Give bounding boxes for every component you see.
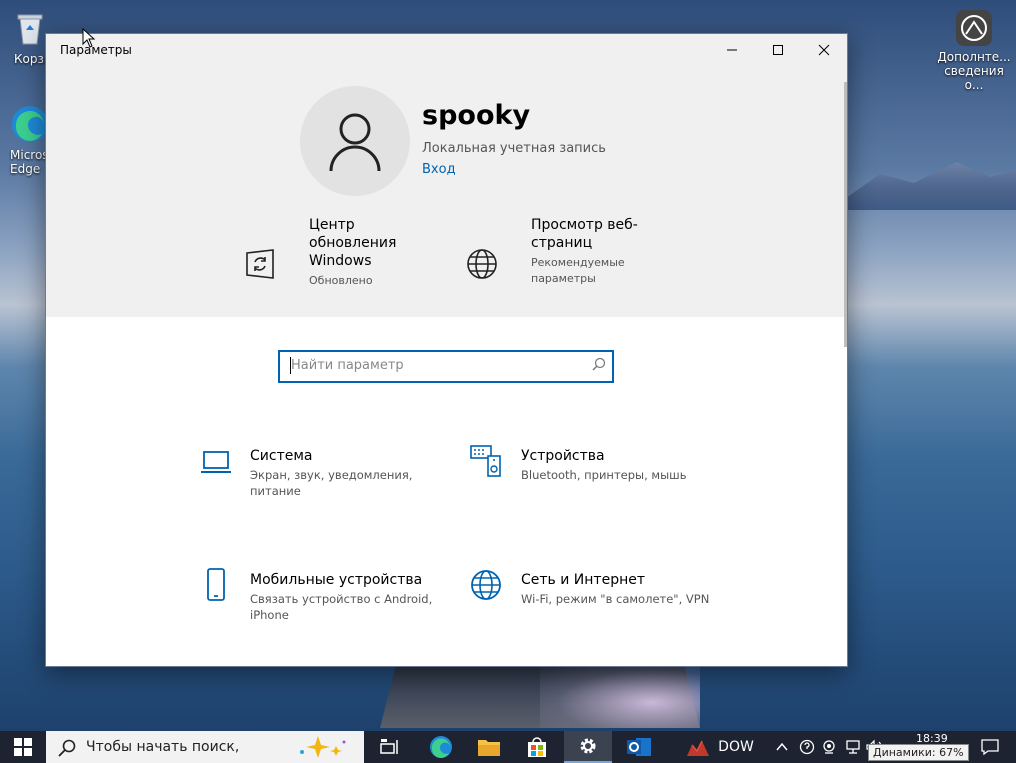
- category-system[interactable]: Система Экран, звук, уведомления, питани…: [250, 448, 440, 499]
- settings-window: Параметры spooky Локальная учетная запис…: [45, 33, 848, 667]
- tray-network[interactable]: [842, 731, 864, 763]
- taskbar-edge[interactable]: [422, 731, 460, 763]
- desktop-icon-label: Micros Edge: [10, 148, 49, 176]
- wallpaper-light: [540, 664, 700, 728]
- quick-link-title: Центр обновления Windows: [309, 217, 397, 269]
- category-title: Сеть и Интернет: [521, 572, 645, 588]
- windows-logo-icon: [14, 738, 32, 756]
- minimize-button[interactable]: [709, 34, 755, 66]
- info-app-icon: [956, 10, 992, 46]
- taskbar-app-dow[interactable]: DOW: [680, 731, 760, 763]
- close-button[interactable]: [801, 34, 847, 66]
- task-view-icon: [380, 739, 398, 754]
- network-globe-icon: [470, 569, 502, 605]
- chevron-up-icon: [776, 742, 788, 751]
- edge-icon: [430, 736, 452, 758]
- laptop-icon: [200, 450, 232, 480]
- account-header: spooky Локальная учетная запись Вход Цен…: [46, 66, 847, 317]
- close-icon: [818, 44, 830, 56]
- taskbar-explorer[interactable]: [470, 731, 508, 763]
- category-network[interactable]: Сеть и Интернет Wi-Fi, режим "в самолете…: [521, 572, 711, 607]
- quick-link-windows-update[interactable]: Центр обновления Windows Обновлено: [309, 216, 409, 289]
- task-view-button[interactable]: [372, 731, 408, 763]
- taskbar-outlook[interactable]: [620, 731, 658, 763]
- desktop-icon-info[interactable]: Дополнте... сведения о...: [936, 10, 1012, 92]
- maximize-button[interactable]: [755, 34, 801, 66]
- category-title: Мобильные устройства: [250, 572, 423, 588]
- search-icon: [58, 739, 76, 757]
- network-icon: [846, 740, 860, 754]
- quick-link-browsing[interactable]: Просмотр веб-страниц Рекомендуемые парам…: [531, 216, 651, 287]
- start-button[interactable]: [0, 731, 46, 763]
- wallpaper-mountains: [846, 162, 1016, 210]
- category-subtitle: Wi-Fi, режим "в самолете", VPN: [521, 592, 710, 606]
- taskbar-search[interactable]: Чтобы начать поиск,: [46, 731, 364, 763]
- recycle-bin-icon: [10, 8, 50, 48]
- account-name: spooky: [422, 100, 531, 131]
- help-icon: [799, 739, 815, 755]
- tray-webcam[interactable]: [818, 731, 840, 763]
- outlook-icon: [627, 738, 651, 756]
- mouse-cursor-icon: [82, 28, 96, 48]
- category-devices[interactable]: Устройства Bluetooth, принтеры, мышь: [521, 448, 711, 483]
- quick-link-title: Просмотр веб-страниц: [531, 217, 638, 251]
- sparkle-icon: [300, 736, 346, 758]
- avatar[interactable]: [300, 86, 410, 196]
- signin-link[interactable]: Вход: [422, 162, 456, 177]
- category-subtitle: Bluetooth, принтеры, мышь: [521, 468, 687, 482]
- quick-link-subtitle: Рекомендуемые параметры: [531, 256, 625, 285]
- search-icon[interactable]: [592, 357, 606, 371]
- quick-link-subtitle: Обновлено: [309, 274, 373, 287]
- action-center-button[interactable]: [970, 731, 1010, 763]
- desktop-icon-label: Дополнте... сведения о...: [937, 50, 1011, 92]
- folder-icon: [478, 740, 500, 756]
- search-placeholder: Найти параметр: [291, 358, 404, 373]
- category-subtitle: Экран, звук, уведомления, питание: [250, 468, 413, 498]
- category-phone[interactable]: Мобильные устройства Связать устройство …: [250, 572, 440, 623]
- taskbar-settings[interactable]: [564, 731, 612, 763]
- minimize-icon: [727, 49, 737, 51]
- taskbar-app-label: DOW: [718, 739, 754, 755]
- devices-icon: [470, 444, 502, 482]
- taskbar-store[interactable]: [518, 731, 556, 763]
- category-title: Устройства: [521, 448, 605, 464]
- webcam-icon: [823, 740, 835, 754]
- scrollbar[interactable]: [844, 82, 847, 347]
- category-subtitle: Связать устройство с Android, iPhone: [250, 592, 433, 622]
- search-input[interactable]: Найти параметр: [278, 350, 614, 383]
- globe-icon: [466, 248, 498, 284]
- volume-tooltip: Динамики: 67%: [868, 744, 969, 761]
- category-title: Система: [250, 448, 313, 464]
- edge-icon: [10, 104, 50, 144]
- chart-app-icon: [687, 740, 710, 756]
- notifications-icon: [981, 739, 999, 755]
- tray-help[interactable]: [796, 731, 818, 763]
- maximize-icon: [773, 45, 783, 55]
- store-icon: [528, 737, 546, 757]
- user-icon: [329, 113, 381, 172]
- account-type: Локальная учетная запись: [422, 141, 606, 156]
- phone-icon: [206, 568, 226, 606]
- gear-icon: [580, 738, 596, 754]
- windows-update-icon: [244, 248, 276, 284]
- taskbar: Чтобы начать поиск, DOW 18:39: [0, 731, 1016, 763]
- tray-overflow-button[interactable]: [772, 731, 792, 763]
- taskbar-search-placeholder: Чтобы начать поиск,: [86, 739, 240, 755]
- title-bar[interactable]: Параметры: [46, 34, 847, 66]
